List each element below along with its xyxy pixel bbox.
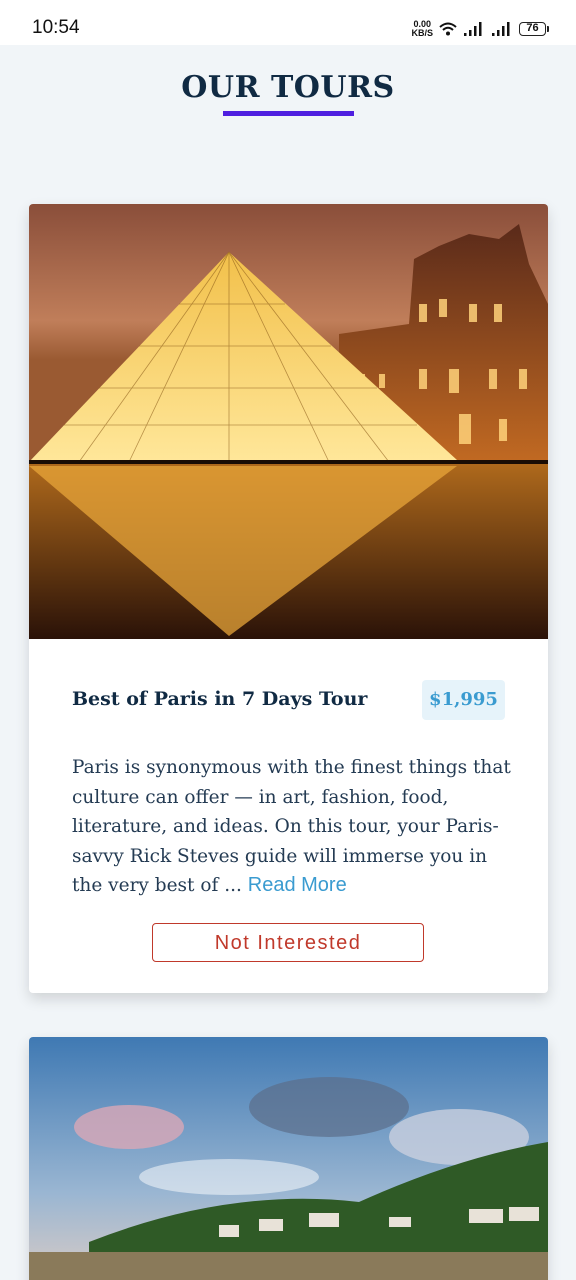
status-icons: 0.00 KB/S 76 xyxy=(411,18,549,40)
signal-icon xyxy=(492,22,510,36)
battery-icon: 76 xyxy=(519,22,549,36)
page-title: OUR TOURS xyxy=(181,70,395,105)
tour-description: Paris is synonymous with the finest thin… xyxy=(72,753,512,901)
tour-name: Best of Paris in 7 Days Tour xyxy=(72,688,368,710)
wifi-icon xyxy=(439,22,457,36)
tour-card xyxy=(29,1037,548,1280)
tour-card: Best of Paris in 7 Days Tour $1,995 Pari… xyxy=(29,204,548,993)
net-speed-unit: KB/S xyxy=(411,28,433,38)
tour-image xyxy=(29,1037,548,1280)
title-underline xyxy=(223,111,354,116)
status-bar: 10:54 0.00 KB/S 76 xyxy=(0,0,576,45)
read-more-button[interactable]: Read More xyxy=(248,874,347,896)
signal-icon xyxy=(464,22,482,36)
network-speed: 0.00 KB/S xyxy=(411,20,433,38)
tour-image xyxy=(29,204,548,639)
not-interested-button[interactable]: Not Interested xyxy=(152,923,424,962)
status-time: 10:54 xyxy=(32,17,80,38)
tour-price: $1,995 xyxy=(422,680,505,720)
